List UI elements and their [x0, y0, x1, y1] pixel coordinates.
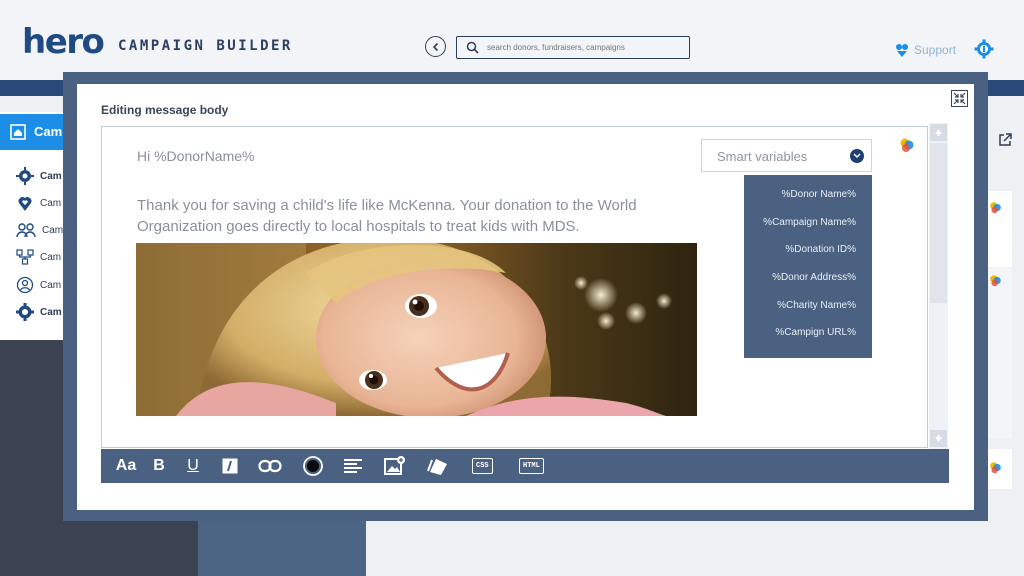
- collapse-icon: [953, 92, 966, 105]
- assistant-badge-icon[interactable]: [989, 461, 1002, 474]
- assistant-badge-icon[interactable]: [989, 274, 1002, 287]
- external-link-icon[interactable]: [998, 133, 1012, 147]
- smart-variable-option[interactable]: %Donor Address%: [744, 272, 872, 300]
- scroll-thumb[interactable]: [930, 143, 947, 303]
- support-label: Support: [914, 43, 957, 57]
- assistant-badge-icon[interactable]: [989, 201, 1002, 214]
- sidebar-active-item[interactable]: Cam: [0, 114, 66, 150]
- html-button[interactable]: HTML: [519, 458, 544, 474]
- sidebar-item-4[interactable]: Cam: [16, 246, 66, 268]
- smart-variable-option[interactable]: %Campign URL%: [744, 327, 872, 355]
- sidebar-item-6[interactable]: Cam: [16, 301, 66, 323]
- search-icon: [466, 41, 479, 54]
- smart-variables-label: Smart variables: [717, 149, 808, 164]
- image-add-icon: [384, 456, 405, 475]
- smart-variables-menu: %Donor Name% %Campaign Name% %Donation I…: [744, 175, 872, 358]
- sidebar-item-1[interactable]: Cam: [16, 165, 66, 187]
- support-link[interactable]: Support: [894, 43, 956, 57]
- settings-gear-icon: [16, 303, 34, 321]
- sidebar-item-3[interactable]: Cam: [16, 219, 66, 241]
- scroll-down-button[interactable]: [930, 430, 947, 447]
- smart-variable-option[interactable]: %Campaign Name%: [744, 217, 872, 245]
- color-swatch-icon: [303, 456, 323, 476]
- link-icon: [258, 459, 282, 473]
- greeting-text[interactable]: Hi %DonorName%: [137, 148, 254, 164]
- sidebar-item-label: Cam: [40, 170, 62, 182]
- chevron-down-icon: [850, 149, 864, 163]
- smart-variable-option[interactable]: %Donation ID%: [744, 244, 872, 272]
- child-photo[interactable]: [136, 243, 697, 416]
- theme-button[interactable]: [427, 456, 449, 476]
- home-icon: [10, 124, 26, 140]
- chevron-left-icon: [432, 42, 438, 51]
- underline-button[interactable]: U: [185, 456, 201, 476]
- sidebar-item-label: Cam: [40, 279, 62, 291]
- sidebar-active-label: Cam: [34, 124, 63, 139]
- heart-pin-icon: [18, 197, 32, 211]
- font-button[interactable]: Aa: [115, 456, 137, 476]
- italic-button[interactable]: [221, 456, 238, 476]
- search-box[interactable]: [456, 36, 690, 59]
- link-button[interactable]: [257, 456, 283, 476]
- sidebar-item-label: Cam: [40, 306, 62, 318]
- sidebar-item-2[interactable]: Cam: [16, 192, 66, 214]
- top-bar: hero CAMPAIGN BUILDER Support: [0, 0, 1024, 80]
- arrow-up-icon: [935, 129, 942, 136]
- message-body-text[interactable]: Thank you for saving a child's life like…: [137, 195, 707, 237]
- sidebar-item-label: Cam: [42, 224, 64, 236]
- arrow-down-icon: [935, 435, 942, 442]
- italic-icon: [222, 458, 237, 474]
- bold-button[interactable]: B: [151, 456, 167, 476]
- editor-scrollbar[interactable]: [929, 123, 948, 449]
- app-title: CAMPAIGN BUILDER: [118, 38, 293, 54]
- scroll-up-button[interactable]: [930, 124, 947, 141]
- align-left-icon: [344, 459, 362, 473]
- search-input[interactable]: [487, 40, 683, 55]
- background-panel-accent: [198, 520, 366, 576]
- sidebar-item-label: Cam: [40, 251, 62, 263]
- css-button[interactable]: CSS: [472, 458, 493, 474]
- user-circle-icon: [16, 276, 34, 294]
- sidebar-item-5[interactable]: Cam: [16, 274, 66, 296]
- sidebar-item-label: Cam: [40, 197, 62, 209]
- network-icon: [16, 249, 34, 265]
- settings-gear-icon[interactable]: [974, 39, 994, 64]
- color-button[interactable]: [302, 456, 324, 476]
- back-button[interactable]: [425, 36, 446, 57]
- smart-variable-option[interactable]: %Charity Name%: [744, 300, 872, 328]
- swatches-icon: [427, 459, 447, 475]
- background-card: [986, 268, 1012, 438]
- collapse-button[interactable]: [951, 90, 968, 107]
- formatting-toolbar: Aa B U CSS HTML: [101, 449, 949, 483]
- smart-variables-select[interactable]: Smart variables: [701, 139, 872, 172]
- gear-hub-icon: [16, 167, 34, 185]
- smart-variable-option[interactable]: %Donor Name%: [744, 189, 872, 217]
- hero-logo[interactable]: hero: [22, 22, 105, 62]
- align-button[interactable]: [344, 456, 362, 476]
- assistant-badge-icon[interactable]: [899, 137, 915, 153]
- users-icon: [16, 223, 36, 238]
- modal-title: Editing message body: [101, 103, 229, 117]
- insert-image-button[interactable]: [384, 456, 406, 476]
- support-people-icon: [896, 44, 908, 57]
